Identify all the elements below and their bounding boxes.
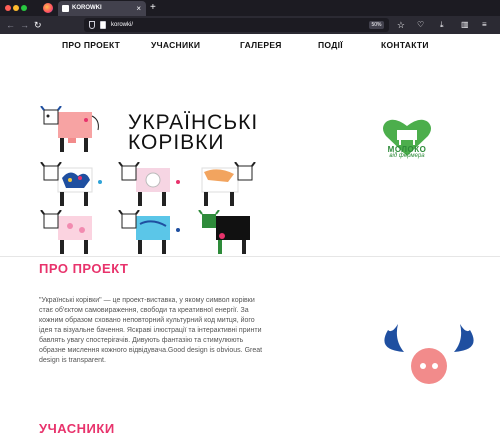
section-divider: [0, 256, 500, 257]
about-text: "Українські корівки" — це проект-виставк…: [39, 297, 263, 364]
forward-icon[interactable]: →: [20, 18, 29, 32]
zoom-badge[interactable]: 50%: [369, 21, 384, 29]
web-page: ПРО ПРОЕКТ УЧАСНИКИ ГАЛЕРЕЯ ПОДІЇ КОНТАК…: [0, 34, 500, 436]
participants-section-title: УЧАСНИКИ: [39, 421, 115, 436]
about-section-title: ПРО ПРОЕКТ: [39, 261, 129, 276]
url-text[interactable]: korowki/: [111, 18, 133, 32]
cow-illustration-1: [40, 106, 99, 152]
nav-participants[interactable]: УЧАСНИКИ: [151, 40, 200, 50]
new-tab-button[interactable]: +: [150, 1, 156, 15]
browser-toolbar: ← → ↻ korowki/ 50% ☆ ♡ ⤓ ▥ ≡: [0, 16, 500, 34]
cow-face-illustration: [384, 324, 474, 384]
extensions-icon[interactable]: ▥: [461, 18, 469, 32]
nav-gallery[interactable]: ГАЛЕРЕЯ: [240, 40, 282, 50]
cow-illustration-5: [40, 210, 92, 254]
tab-title: KOROWKI: [72, 5, 102, 11]
cow-illustration-7: [198, 210, 250, 254]
shield-icon[interactable]: [89, 21, 95, 29]
hero-title-line-1: УКРАЇНСЬКІ: [128, 111, 259, 134]
nav-events[interactable]: ПОДІЇ: [318, 40, 343, 50]
nav-contacts[interactable]: КОНТАКТИ: [381, 40, 429, 50]
bookmark-star-icon[interactable]: ☆: [397, 18, 405, 32]
hero-title: УКРАЇНСЬКІ КОРІВКИ: [128, 111, 259, 154]
cow-illustration-6: [118, 210, 180, 254]
menu-icon[interactable]: ≡: [482, 18, 487, 32]
cow-illustration-2: [40, 162, 102, 206]
window-minimize-button[interactable]: [13, 5, 19, 11]
pocket-icon[interactable]: ♡: [417, 18, 424, 32]
browser-tabbar: KOROWKI × +: [0, 0, 500, 16]
page-icon[interactable]: [100, 21, 106, 29]
address-bar[interactable]: korowki/ 50% ☆: [84, 18, 405, 32]
milk-logo-line-2: від фермера: [389, 153, 425, 159]
hero-title-line-2: КОРІВКИ: [128, 131, 225, 154]
cow-illustration-3: [118, 162, 180, 206]
site-nav: ПРО ПРОЕКТ УЧАСНИКИ ГАЛЕРЕЯ ПОДІЇ КОНТАК…: [0, 34, 500, 56]
window-maximize-button[interactable]: [21, 5, 27, 11]
reload-icon[interactable]: ↻: [34, 18, 42, 32]
cow-illustration-4: [201, 162, 256, 206]
firefox-icon[interactable]: [43, 3, 53, 13]
window-close-button[interactable]: [5, 5, 11, 11]
browser-tab[interactable]: KOROWKI ×: [58, 1, 146, 16]
back-icon[interactable]: ←: [6, 18, 15, 32]
nav-about[interactable]: ПРО ПРОЕКТ: [62, 40, 120, 50]
tab-close-icon[interactable]: ×: [136, 1, 141, 16]
favicon-icon: [62, 5, 69, 12]
download-icon[interactable]: ⤓: [440, 18, 444, 32]
